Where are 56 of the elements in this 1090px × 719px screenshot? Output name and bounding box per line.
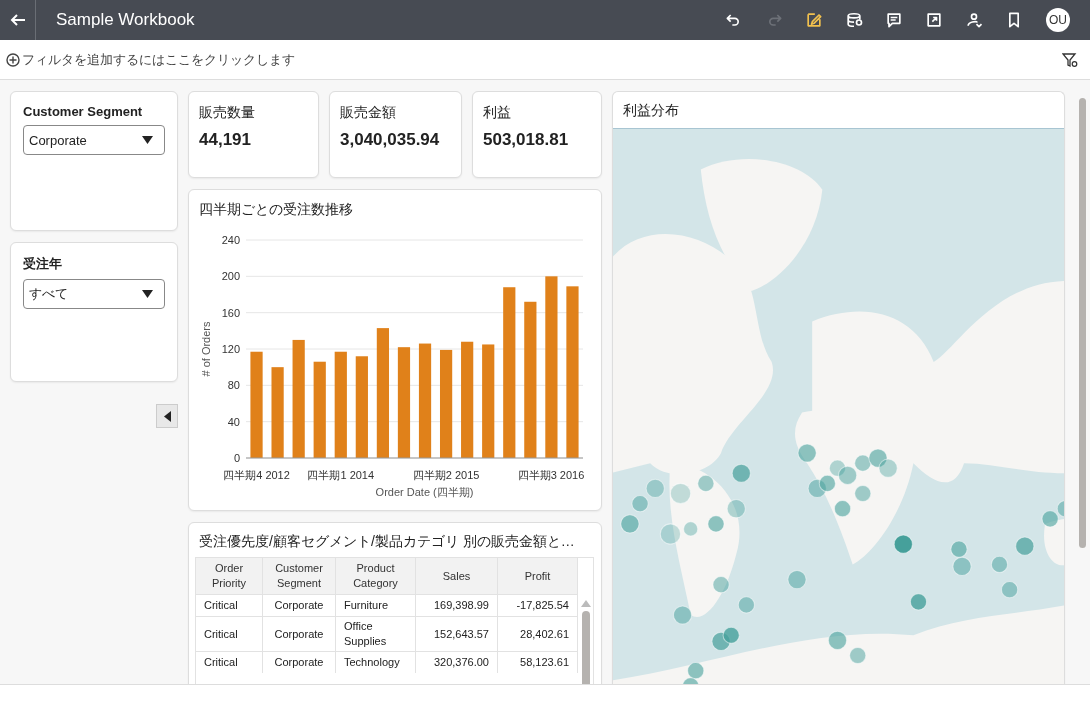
- dropdown[interactable]: すべて: [23, 279, 165, 309]
- filter-field[interactable]: フィルタを追加するにはここをクリックします: [22, 52, 1062, 67]
- x-axis-title: Order Date (四半期): [375, 486, 474, 498]
- dropdown[interactable]: Corporate: [23, 125, 165, 155]
- table-cell: Critical: [196, 617, 263, 651]
- caret-icon: [142, 290, 153, 298]
- filter-label: 受注年: [23, 255, 63, 273]
- y-tick-label: 240: [221, 234, 240, 246]
- kpi-label: 利益: [483, 104, 512, 122]
- y-tick-label: 0: [233, 452, 240, 464]
- kpi-value: 44,191: [199, 130, 252, 150]
- column-header[interactable]: Customer Segment: [263, 558, 336, 594]
- workbook-title: Sample Workbook: [56, 10, 196, 30]
- x-tick-label: 四半期3 2016: [517, 469, 585, 481]
- y-axis-title: # of Orders: [200, 321, 212, 377]
- table-cell: 58,123.61: [498, 652, 578, 673]
- column-header[interactable]: Sales: [416, 558, 498, 594]
- filter-bar[interactable]: フィルタを追加するにはここをクリックします: [0, 40, 1090, 80]
- filter-icon[interactable]: [1062, 51, 1078, 68]
- table-cell: Critical: [196, 595, 263, 616]
- table-title: 受注優先度/顧客セグメント/製品カテゴリ 別の販売金額と…: [198, 533, 576, 551]
- kpi-label: 販売数量: [199, 104, 256, 122]
- back-arrow-icon: [9, 13, 26, 27]
- column-header[interactable]: Profit: [498, 558, 578, 594]
- kpi-value: 3,040,035.94: [340, 130, 441, 150]
- x-tick-label: 四半期4 2012: [223, 469, 290, 481]
- table-cell: Corporate: [263, 652, 336, 673]
- table-cell: Critical: [196, 652, 263, 673]
- kpi-label: 販売金額: [340, 104, 397, 122]
- table-cell: Furniture: [336, 595, 416, 616]
- table-cell: Corporate: [263, 617, 336, 651]
- table-cell: Office Supplies: [336, 617, 416, 651]
- table-cell: 28,402.61: [498, 617, 578, 651]
- caret-icon: [163, 410, 171, 422]
- kpi-value: 503,018.81: [483, 130, 570, 150]
- x-tick-label: 四半期1 2014: [307, 469, 375, 481]
- x-tick-label: 四半期2 2015: [412, 469, 480, 481]
- table-cell: 152,643.57: [416, 617, 498, 651]
- filter-label: Customer Segment: [23, 104, 144, 119]
- table-cell: Corporate: [263, 595, 336, 616]
- y-tick-label: 160: [221, 306, 240, 319]
- table-cell: -17,825.54: [498, 595, 578, 616]
- column-header[interactable]: Product Category: [336, 558, 416, 594]
- user-avatar[interactable]: OU: [1046, 8, 1070, 32]
- add-icon[interactable]: [6, 52, 20, 67]
- table-cell: 320,376.00: [416, 652, 498, 673]
- table-cell: Technology: [336, 652, 416, 673]
- y-tick-label: 200: [221, 270, 240, 283]
- caret-icon: [142, 136, 153, 144]
- chart-title: 四半期ごとの受注数推移: [198, 200, 354, 218]
- y-tick-label: 80: [227, 379, 240, 392]
- y-tick-label: 40: [227, 415, 240, 428]
- y-tick-label: 120: [221, 343, 240, 355]
- column-header[interactable]: Order Priority: [196, 558, 263, 594]
- collapse-button[interactable]: [156, 404, 178, 428]
- table-cell: 169,398.99: [416, 595, 498, 616]
